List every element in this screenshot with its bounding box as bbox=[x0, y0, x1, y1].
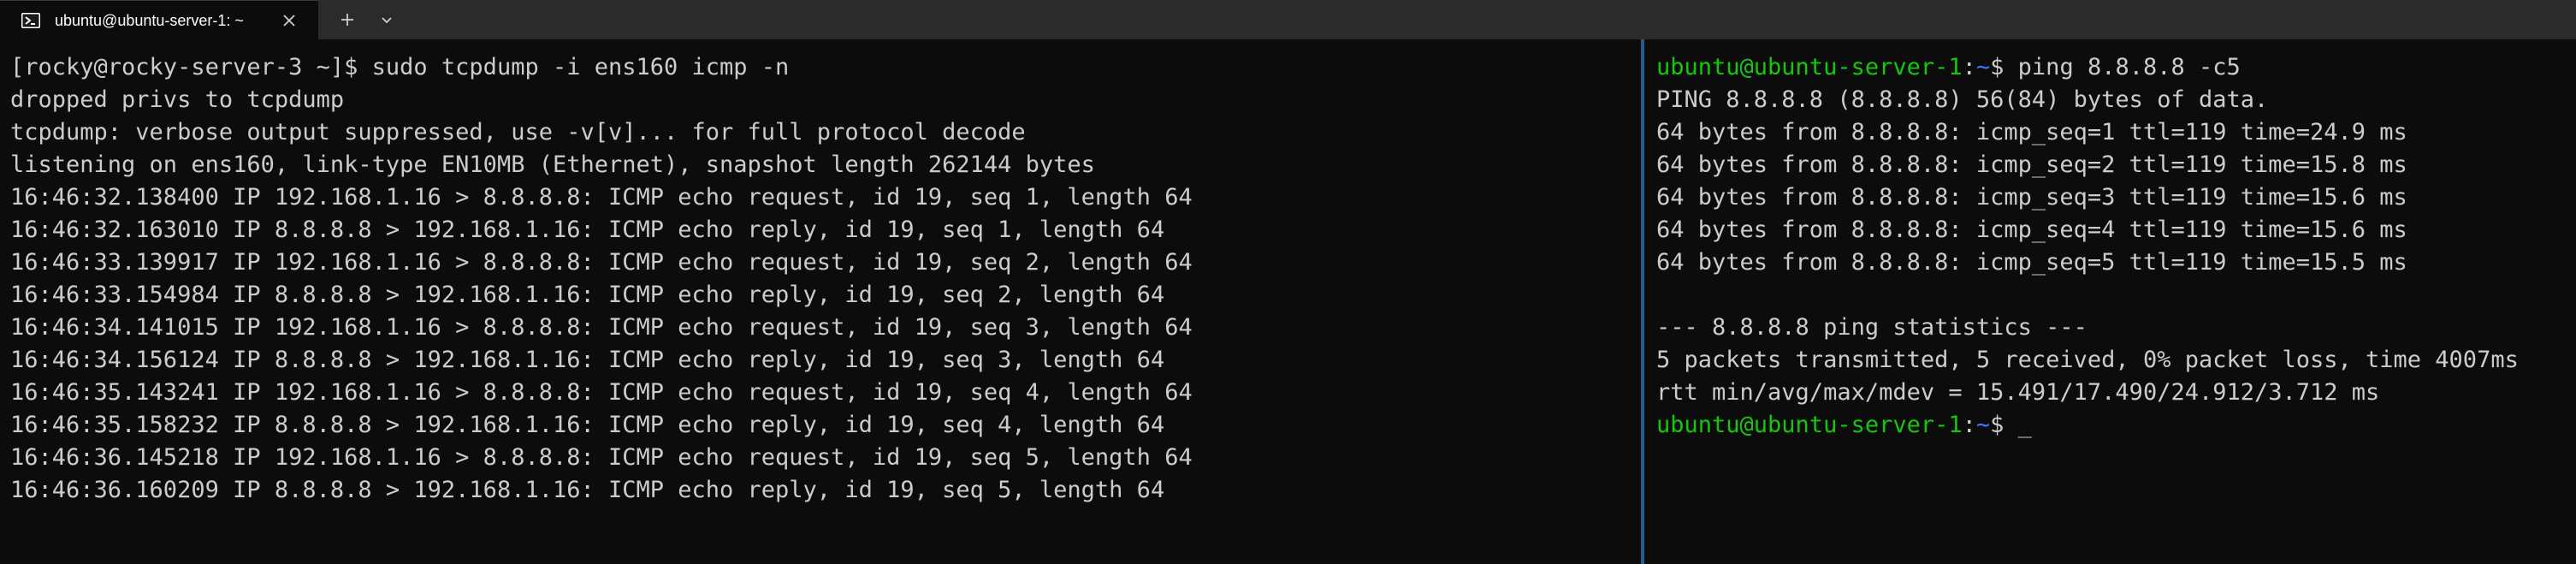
tab-title: ubuntu@ubuntu-server-1: ~ bbox=[55, 12, 244, 29]
terminal-line: tcpdump: verbose output suppressed, use … bbox=[10, 119, 1026, 145]
left-terminal-output: [rocky@rocky-server-3 ~]$ sudo tcpdump -… bbox=[10, 51, 1193, 564]
terminal-line: 16:46:35.143241 IP 192.168.1.16 > 8.8.8.… bbox=[10, 379, 1193, 406]
close-icon[interactable] bbox=[279, 10, 299, 31]
terminal-cursor: _ bbox=[10, 542, 25, 564]
terminal-line: dropped privs to tcpdump bbox=[10, 86, 345, 113]
prompt-separator: : bbox=[1962, 54, 1976, 80]
chevron-down-icon[interactable] bbox=[376, 9, 397, 30]
terminal-line: 64 bytes from 8.8.8.8: icmp_seq=3 ttl=11… bbox=[1656, 184, 2407, 211]
terminal-line: 64 bytes from 8.8.8.8: icmp_seq=1 ttl=11… bbox=[1656, 119, 2407, 145]
terminal-line: --- 8.8.8.8 ping statistics --- bbox=[1656, 314, 2087, 341]
right-terminal-pane[interactable]: ubuntu@ubuntu-server-1:~$ ping 8.8.8.8 -… bbox=[1644, 39, 2576, 564]
terminal-line: 64 bytes from 8.8.8.8: icmp_seq=4 ttl=11… bbox=[1656, 217, 2407, 243]
terminal-line: 64 bytes from 8.8.8.8: icmp_seq=5 ttl=11… bbox=[1656, 249, 2407, 276]
prompt-path: ~ bbox=[1975, 54, 1991, 80]
terminal-line: 16:46:34.156124 IP 8.8.8.8 > 192.168.1.1… bbox=[10, 347, 1165, 373]
terminal-line: 16:46:33.154984 IP 8.8.8.8 > 192.168.1.1… bbox=[10, 282, 1165, 308]
terminal-line: 16:46:33.139917 IP 192.168.1.16 > 8.8.8.… bbox=[10, 249, 1193, 276]
terminal-line: 16:46:34.141015 IP 192.168.1.16 > 8.8.8.… bbox=[10, 314, 1193, 341]
terminal-line: 16:46:32.163010 IP 8.8.8.8 > 192.168.1.1… bbox=[10, 217, 1165, 243]
prompt-dollar: $ bbox=[1990, 54, 2018, 80]
plus-icon[interactable] bbox=[337, 9, 358, 30]
terminal-line: 16:46:36.160209 IP 8.8.8.8 > 192.168.1.1… bbox=[10, 477, 1165, 503]
terminal-line: rtt min/avg/max/mdev = 15.491/17.490/24.… bbox=[1656, 379, 2380, 406]
terminal-line: PING 8.8.8.8 (8.8.8.8) 56(84) bytes of d… bbox=[1656, 86, 2269, 113]
terminal-prompt-line: ubuntu@ubuntu-server-1:~$ _ bbox=[1656, 409, 2519, 442]
terminal-line: 16:46:36.145218 IP 192.168.1.16 > 8.8.8.… bbox=[10, 444, 1193, 471]
terminal-line: [rocky@rocky-server-3 ~]$ sudo tcpdump -… bbox=[10, 54, 790, 80]
powershell-icon bbox=[21, 13, 40, 28]
terminal-line: 16:46:35.158232 IP 8.8.8.8 > 192.168.1.1… bbox=[10, 412, 1165, 438]
terminal-line: 5 packets transmitted, 5 received, 0% pa… bbox=[1656, 347, 2519, 373]
prompt-user: ubuntu@ubuntu-server-1 bbox=[1656, 412, 1963, 438]
tab-ubuntu-server[interactable]: ubuntu@ubuntu-server-1: ~ bbox=[0, 0, 318, 39]
terminal-prompt-line: ubuntu@ubuntu-server-1:~$ ping 8.8.8.8 -… bbox=[1656, 51, 2519, 84]
prompt-dollar: $ bbox=[1990, 412, 2018, 438]
tab-bar: ubuntu@ubuntu-server-1: ~ bbox=[0, 0, 2576, 39]
terminal-line: listening on ens160, link-type EN10MB (E… bbox=[10, 151, 1095, 178]
right-terminal-output: ubuntu@ubuntu-server-1:~$ ping 8.8.8.8 -… bbox=[1656, 51, 2519, 442]
terminal-line: 16:46:32.138400 IP 192.168.1.16 > 8.8.8.… bbox=[10, 184, 1193, 211]
terminal-cursor: _ bbox=[2017, 412, 2032, 438]
terminal-command: ping 8.8.8.8 -c5 bbox=[2017, 54, 2241, 80]
prompt-separator: : bbox=[1962, 412, 1976, 438]
prompt-user: ubuntu@ubuntu-server-1 bbox=[1656, 54, 1963, 80]
terminal-window: ubuntu@ubuntu-server-1: ~ [rocky@rocky-s… bbox=[0, 0, 2576, 564]
prompt-path: ~ bbox=[1975, 412, 1991, 438]
terminal-line: 64 bytes from 8.8.8.8: icmp_seq=2 ttl=11… bbox=[1656, 151, 2407, 178]
left-terminal-pane[interactable]: [rocky@rocky-server-3 ~]$ sudo tcpdump -… bbox=[0, 39, 1641, 564]
